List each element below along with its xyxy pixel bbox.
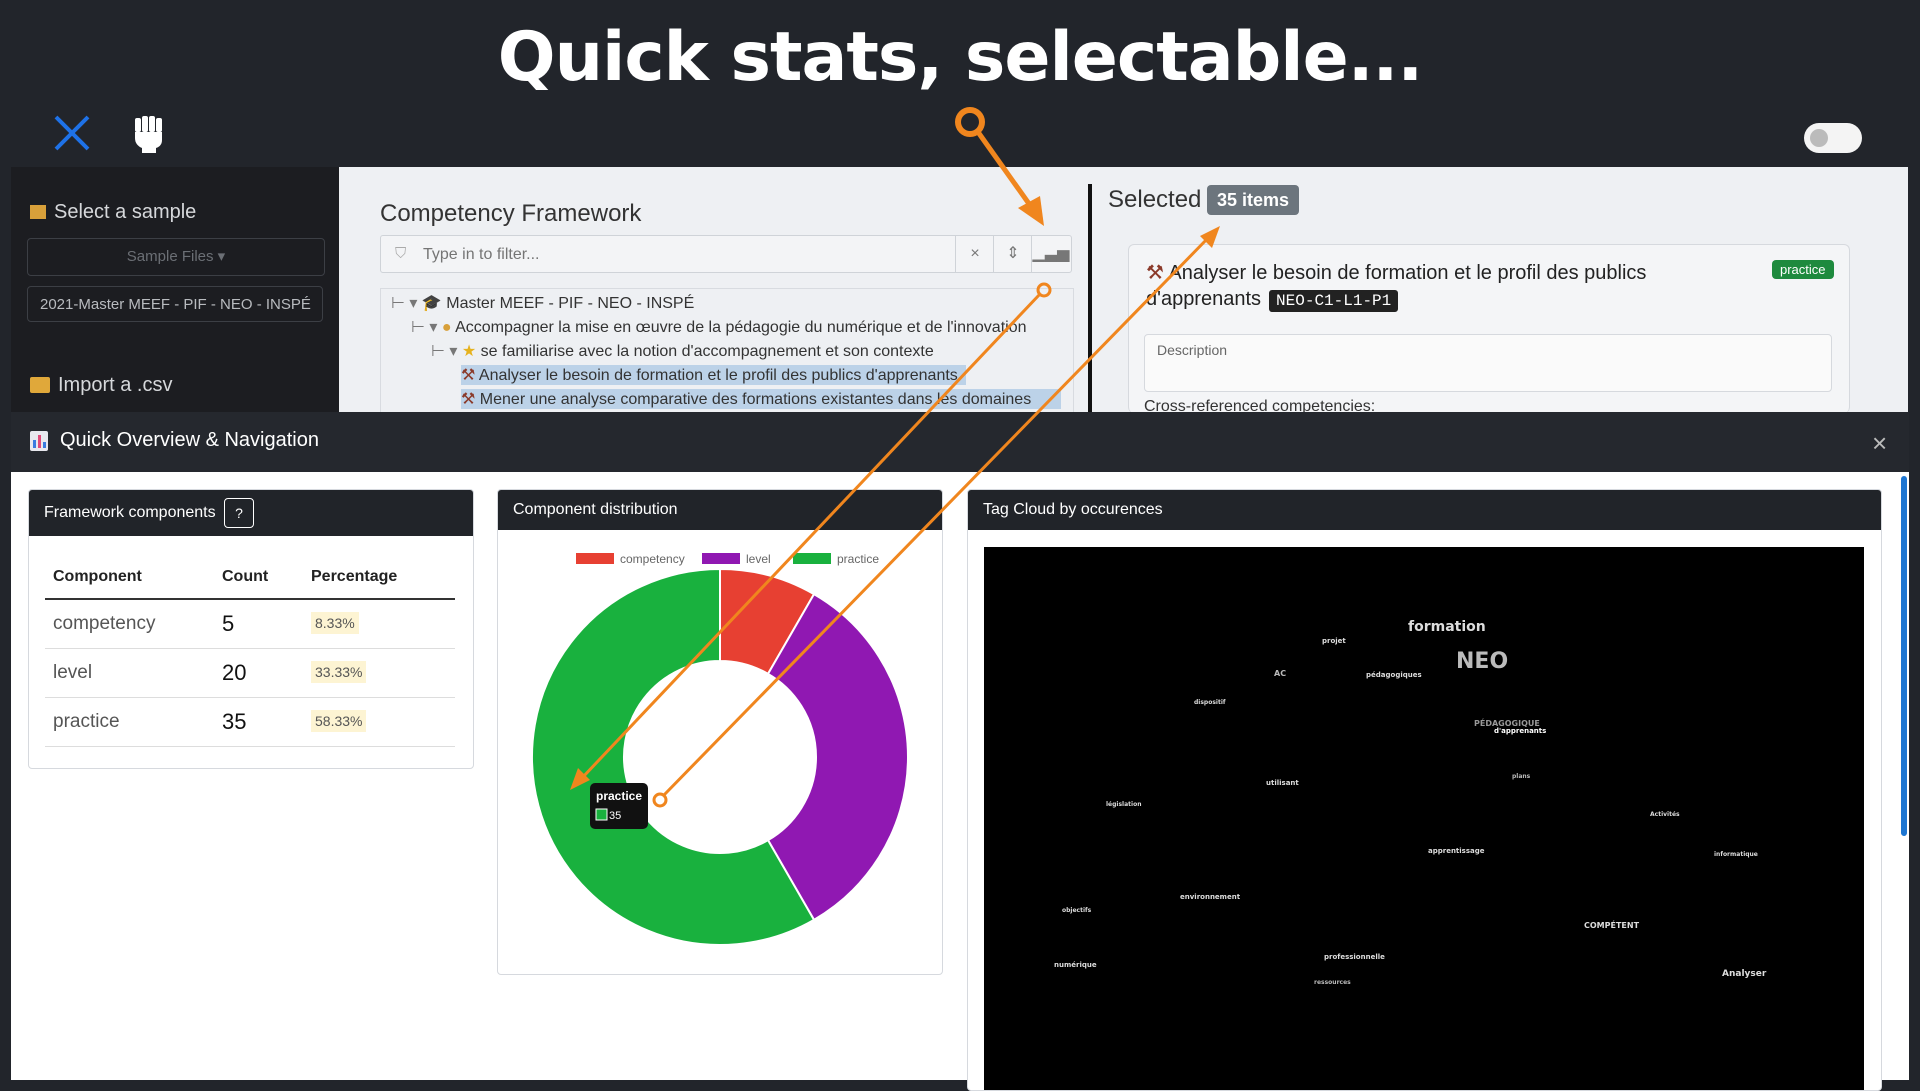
annotation-arrow xyxy=(652,226,1220,808)
annotation-overlay xyxy=(570,107,1220,808)
annotation-arrow xyxy=(955,107,1044,226)
annotation-arrow xyxy=(570,282,1052,790)
